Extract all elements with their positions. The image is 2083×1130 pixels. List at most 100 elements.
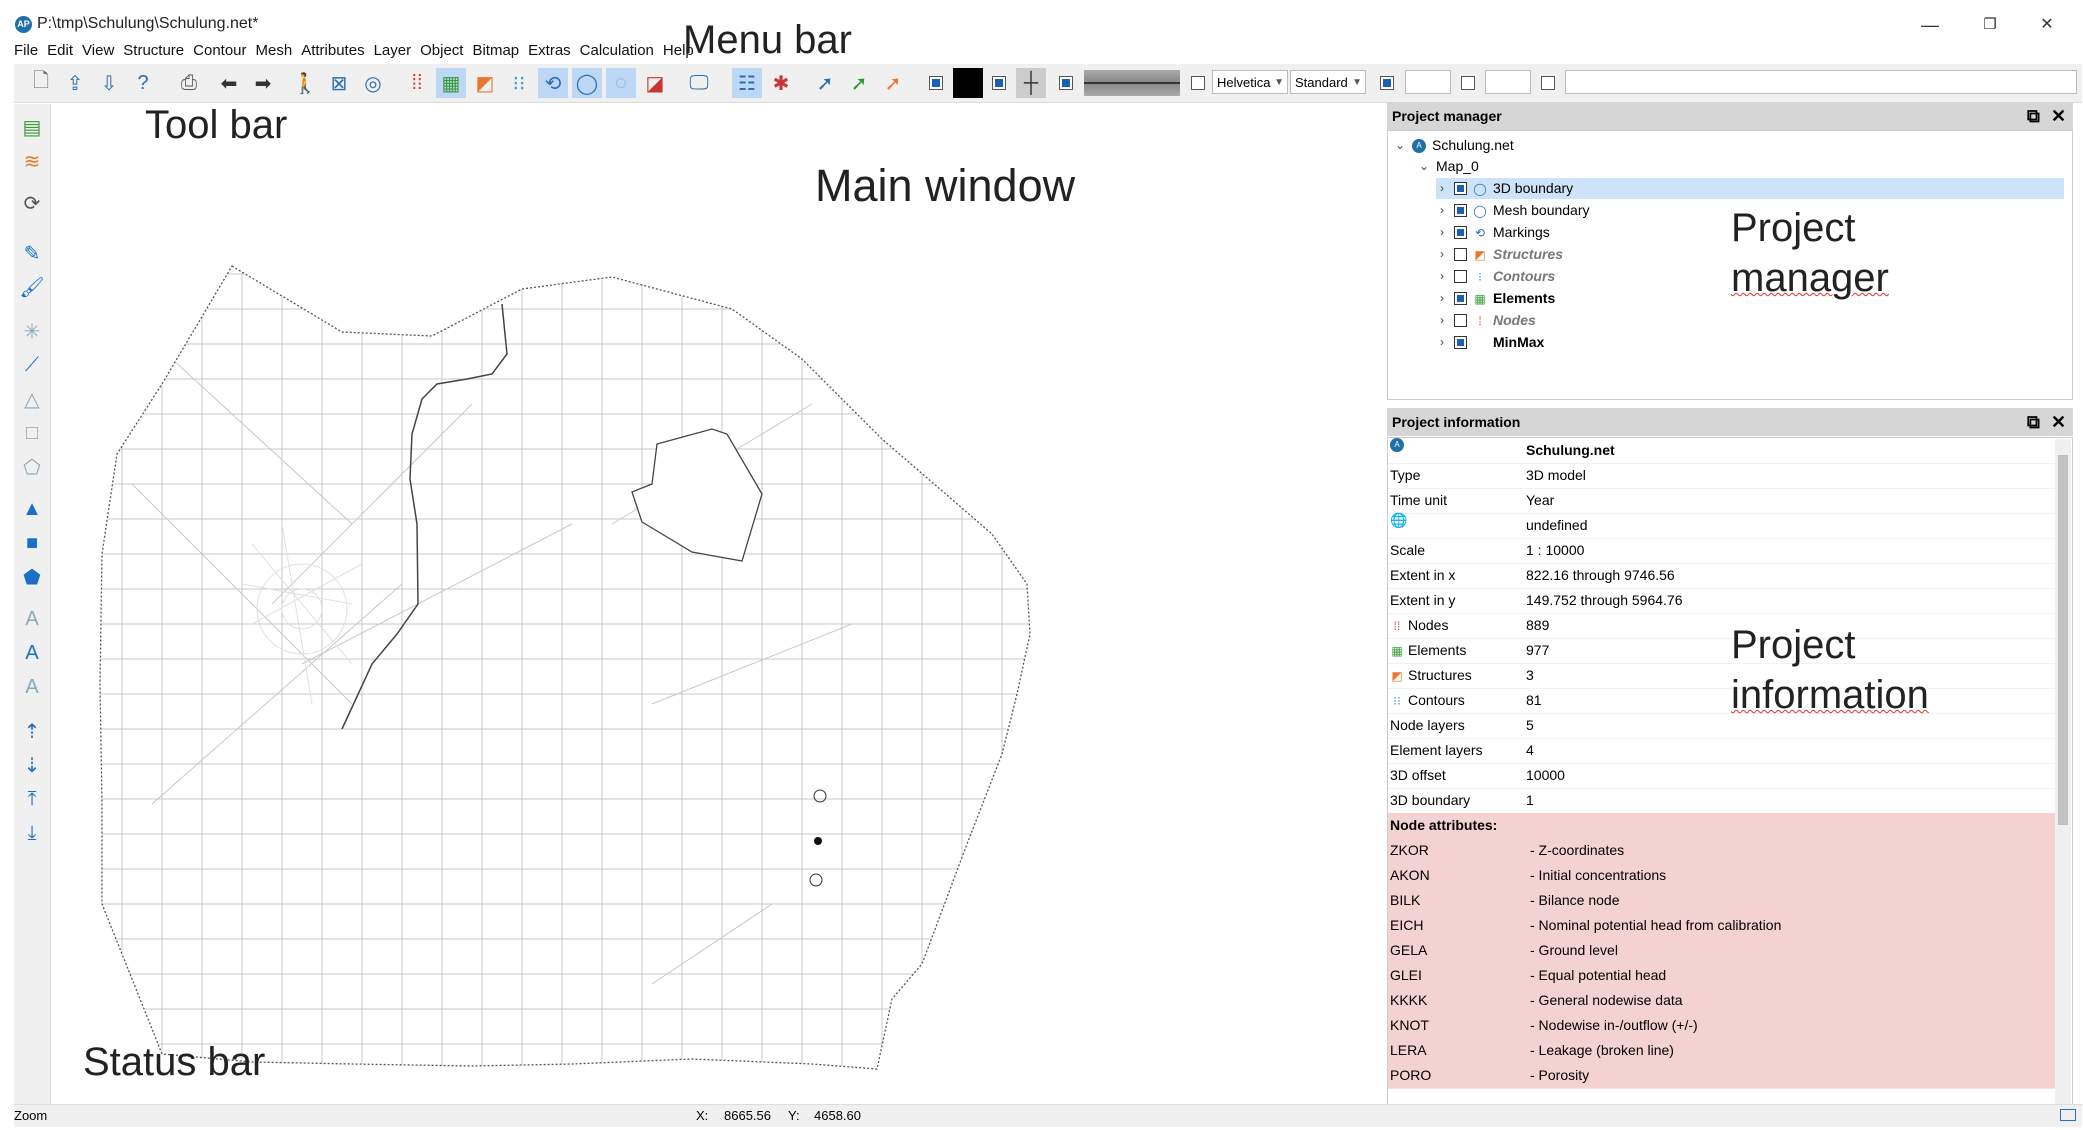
chevron-right-icon[interactable]: › [1436,266,1448,287]
restore-button[interactable]: ❐ [1970,10,2010,40]
walk-icon[interactable]: 🚶 [290,68,320,98]
line-width-checkbox[interactable] [1059,76,1073,90]
main-window[interactable] [52,104,1385,1104]
menu-object[interactable]: Object [420,42,463,64]
contours-icon[interactable]: ⁝⁝ [504,68,534,98]
text-checkbox[interactable] [1541,76,1555,90]
menu-edit[interactable]: Edit [47,42,73,64]
layer-checkbox[interactable] [1454,270,1467,283]
save-as-icon[interactable]: ? [128,68,158,98]
layer-checkbox[interactable] [1454,292,1467,305]
tree-map[interactable]: ⌄ Map_0 [1418,156,1479,177]
tree-item-contours[interactable]: › ⁝ Contours [1436,266,1555,287]
polygon-fill-icon[interactable]: ⬟ [17,562,47,592]
tree-root[interactable]: ⌄ A Schulung.net [1394,135,1514,156]
layer-checkbox[interactable] [1454,314,1467,327]
save-file-icon[interactable]: ⇩ [94,68,124,98]
markings-icon[interactable]: ⟲ [538,68,568,98]
chevron-right-icon[interactable]: › [1436,222,1448,243]
angle-field[interactable] [1485,70,1531,94]
layer-stack-icon[interactable]: ≋ [17,146,47,176]
chevron-down-icon[interactable]: ⌄ [1394,135,1406,156]
chevron-right-icon[interactable]: › [1436,244,1448,265]
layer-checkbox[interactable] [1454,248,1467,261]
line-style-icon[interactable]: ┼ [1016,68,1046,98]
text-pen-icon[interactable]: A [17,604,47,634]
text-move-icon[interactable]: A [17,638,47,668]
map-layers-icon[interactable]: ▤ [17,112,47,142]
chevron-down-icon[interactable]: ⌄ [1418,156,1430,177]
menu-attributes[interactable]: Attributes [301,42,364,64]
layer-checkbox[interactable] [1454,204,1467,217]
new-file-icon[interactable]: 🗋 [26,68,56,98]
menu-file[interactable]: File [14,42,38,64]
font-checkbox[interactable] [1191,76,1205,90]
move-top-icon[interactable]: ⇡ [17,716,47,746]
polygon-pen-icon[interactable]: ⬠ [17,452,47,482]
menu-extras[interactable]: Extras [528,42,571,64]
menu-bitmap[interactable]: Bitmap [472,42,519,64]
elements-icon[interactable]: ▦ [436,68,466,98]
menu-mesh[interactable]: Mesh [256,42,293,64]
print-icon[interactable]: ⎙ [174,68,204,98]
chevron-right-icon[interactable]: › [1436,332,1448,353]
text-resize-icon[interactable]: A [17,672,47,702]
scrollbar-thumb[interactable] [2058,455,2068,825]
color-scale-icon[interactable]: ◪ [640,68,670,98]
color-swatch[interactable] [953,68,983,98]
tree-item-nodes[interactable]: › ⁞ Nodes [1436,310,1536,331]
chevron-right-icon[interactable]: › [1436,178,1448,199]
chevron-right-icon[interactable]: › [1436,288,1448,309]
tree-item-minmax[interactable]: › MinMax [1436,332,1544,353]
open-file-icon[interactable]: ⇪ [60,68,90,98]
undock-icon[interactable]: ⧉ [2027,408,2040,436]
cross-lines-icon[interactable]: ✱ [766,68,796,98]
undock-icon[interactable]: ⧉ [2027,102,2040,130]
tree-item-elements[interactable]: › ▦ Elements [1436,288,1555,309]
font-select[interactable]: Helvetica ▼ [1212,70,1288,94]
close-icon[interactable]: ✕ [2051,102,2066,130]
close-icon[interactable]: ✕ [2051,408,2066,436]
line-pen-icon[interactable]: ⟋ [17,350,47,380]
square-fill-icon[interactable]: ■ [17,528,47,558]
brush-icon[interactable]: 🖌 [17,272,47,302]
menu-calculation[interactable]: Calculation [580,42,654,64]
refresh-icon[interactable]: ⟳ [17,188,47,218]
layer-checkbox[interactable] [1454,182,1467,195]
layer-checkbox[interactable] [1454,336,1467,349]
boundary-icon[interactable]: ◯ [572,68,602,98]
tree-item-markings[interactable]: › ⟲ Markings [1436,222,1550,243]
line-checkbox[interactable] [992,76,1006,90]
monitor-icon[interactable]: 🖵 [684,68,714,98]
minimize-button[interactable]: — [1910,10,1950,40]
tree-item-3d-boundary[interactable]: › ◯ 3D boundary [1436,178,2064,199]
tree-item-structures[interactable]: › ◩ Structures [1436,244,1563,265]
menu-contour[interactable]: Contour [193,42,246,64]
style-select[interactable]: Standard ▼ [1290,70,1366,94]
line-width-bar[interactable] [1084,70,1180,96]
triangle-fill-icon[interactable]: ▲ [17,494,47,524]
structures-icon[interactable]: ◩ [470,68,500,98]
list-icon[interactable]: ☷ [732,68,762,98]
chevron-right-icon[interactable]: › [1436,200,1448,221]
redo-arrow-icon[interactable]: ➡ [248,68,278,98]
tree-item-mesh-boundary[interactable]: › ◯ Mesh boundary [1436,200,1590,221]
size-checkbox[interactable] [1380,76,1394,90]
triangle-pen-icon[interactable]: △ [17,384,47,414]
angle-checkbox[interactable] [1461,76,1475,90]
move-last-icon[interactable]: ⤓ [17,818,47,848]
target-icon[interactable]: ◎ [358,68,388,98]
menu-layer[interactable]: Layer [374,42,412,64]
move-first-icon[interactable]: ⤒ [17,784,47,814]
sparkle-pen-icon[interactable]: ✳ [17,316,47,346]
fill-checkbox[interactable] [929,76,943,90]
pointer-green-icon[interactable]: ➚ [844,68,874,98]
layer-checkbox[interactable] [1454,226,1467,239]
pointer-orange-icon[interactable]: ➚ [878,68,908,98]
panel-toggle-icon[interactable] [2060,1109,2076,1121]
nodes-icon[interactable]: ⁞⁞ [402,68,432,98]
undo-arrow-icon[interactable]: ⬅ [214,68,244,98]
chevron-right-icon[interactable]: › [1436,310,1448,331]
menu-structure[interactable]: Structure [123,42,184,64]
close-button[interactable]: ✕ [2027,10,2067,40]
